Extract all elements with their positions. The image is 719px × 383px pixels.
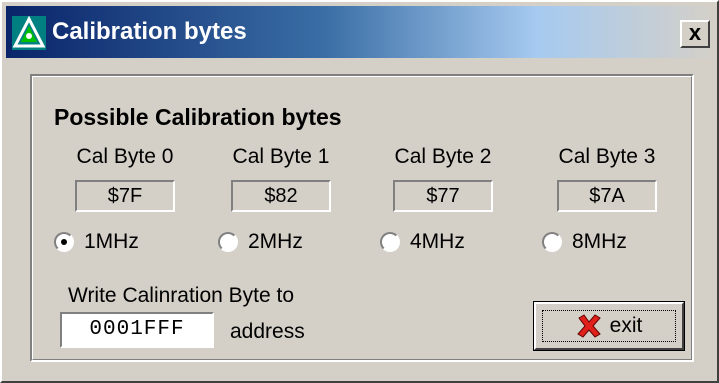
radio-button[interactable] bbox=[218, 232, 238, 252]
radio-8mhz[interactable]: 8MHz bbox=[542, 228, 627, 256]
group-title: Possible Calibration bytes bbox=[54, 104, 342, 130]
cal-byte-2-column: Cal Byte 2 $77 bbox=[368, 142, 518, 212]
radio-label[interactable]: 8MHz bbox=[572, 230, 627, 254]
cal-byte-label: Cal Byte 0 bbox=[76, 145, 174, 168]
cal-byte-value: $77 bbox=[393, 180, 493, 212]
cal-byte-label: Cal Byte 3 bbox=[558, 145, 656, 168]
close-button[interactable]: x bbox=[680, 20, 710, 48]
close-icon: x bbox=[688, 20, 702, 45]
radio-button[interactable] bbox=[54, 232, 74, 252]
cal-byte-0-column: Cal Byte 0 $7F bbox=[50, 142, 200, 212]
exit-label: exit bbox=[609, 314, 643, 337]
radio-button[interactable] bbox=[542, 232, 562, 252]
radio-1mhz[interactable]: 1MHz bbox=[54, 228, 139, 256]
title-bar[interactable]: Calibration bytes x bbox=[6, 6, 714, 58]
cal-byte-3-column: Cal Byte 3 $7A bbox=[532, 142, 682, 212]
radio-button[interactable] bbox=[380, 232, 400, 252]
red-x-icon bbox=[576, 314, 601, 338]
cal-byte-label: Cal Byte 2 bbox=[394, 145, 492, 168]
radio-label[interactable]: 2MHz bbox=[248, 230, 303, 254]
cal-byte-value: $82 bbox=[231, 180, 331, 212]
write-calibration-label: Write Calinration Byte to bbox=[68, 284, 295, 307]
cal-byte-value: $7A bbox=[557, 180, 657, 212]
radio-4mhz[interactable]: 4MHz bbox=[380, 228, 465, 256]
calibration-dialog: Calibration bytes x Possible Calibration… bbox=[0, 0, 719, 383]
address-label: address bbox=[230, 320, 305, 343]
radio-label[interactable]: 1MHz bbox=[84, 230, 139, 254]
address-input[interactable]: 0001FFF bbox=[60, 312, 214, 348]
cal-byte-label: Cal Byte 1 bbox=[232, 145, 330, 168]
triangle-logo-icon bbox=[12, 16, 46, 50]
radio-label[interactable]: 4MHz bbox=[410, 230, 465, 254]
cal-byte-value: $7F bbox=[75, 180, 175, 212]
radio-2mhz[interactable]: 2MHz bbox=[218, 228, 303, 256]
exit-button[interactable]: exit bbox=[533, 301, 685, 351]
window-title: Calibration bytes bbox=[52, 18, 247, 45]
cal-byte-1-column: Cal Byte 1 $82 bbox=[206, 142, 356, 212]
